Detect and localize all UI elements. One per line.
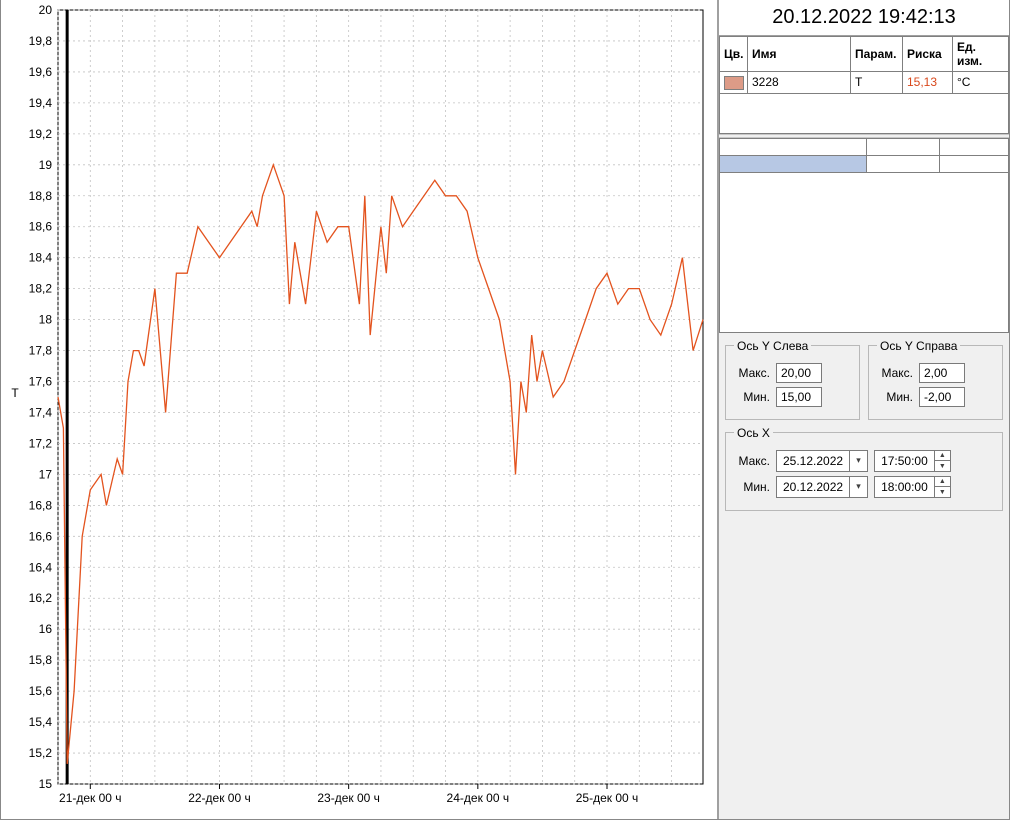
th-unit[interactable]: Ед. изм. — [953, 37, 1009, 72]
svg-text:19,4: 19,4 — [29, 96, 53, 110]
chevron-up-icon[interactable]: ▲ — [935, 451, 950, 462]
svg-text:24-дек 00 ч: 24-дек 00 ч — [447, 791, 510, 805]
axis-x-group: Ось X Макс. 25.12.2022 ▾ 17:50:00 ▲▼ Мин… — [725, 426, 1003, 511]
side-panel: 20.12.2022 19:42:13 Цв. Имя Парам. Риска… — [719, 0, 1009, 819]
combo-x-min-date[interactable]: 20.12.2022 ▾ — [776, 476, 868, 498]
svg-text:16: 16 — [39, 622, 53, 636]
label-x-max: Макс. — [734, 454, 770, 468]
svg-text:17,6: 17,6 — [29, 375, 53, 389]
svg-text:15,6: 15,6 — [29, 684, 53, 698]
chart-panel: 15 15,2 15,4 15,6 15,8 16 16,2 16,4 16,6 16,8 17 17… — [1, 0, 719, 819]
svg-text:17: 17 — [39, 467, 53, 481]
chevron-down-icon[interactable]: ▼ — [935, 461, 950, 471]
svg-text:16,2: 16,2 — [29, 591, 53, 605]
svg-text:19,8: 19,8 — [29, 34, 53, 48]
axis-y-left-group: Ось Y Слева Макс. Мин. — [725, 339, 860, 420]
table-row[interactable]: 3228 T 15,13 °C — [720, 72, 1009, 94]
sensor-table[interactable]: Цв. Имя Парам. Риска Ед. изм. 3228 T 15,… — [719, 36, 1009, 134]
svg-text:15: 15 — [39, 777, 53, 791]
spinner-x-max-time[interactable]: 17:50:00 ▲▼ — [874, 450, 951, 472]
axis-y-right-group: Ось Y Справа Макс. Мин. — [868, 339, 1003, 420]
svg-text:17,4: 17,4 — [29, 405, 53, 419]
th-color[interactable]: Цв. — [720, 37, 748, 72]
svg-text:18,4: 18,4 — [29, 251, 53, 265]
svg-text:16,6: 16,6 — [29, 529, 53, 543]
input-yl-max[interactable] — [776, 363, 822, 383]
chevron-down-icon: ▾ — [849, 477, 867, 497]
svg-text:23-дек 00 ч: 23-дек 00 ч — [317, 791, 380, 805]
svg-text:19,2: 19,2 — [29, 127, 53, 141]
svg-text:22-дек 00 ч: 22-дек 00 ч — [188, 791, 251, 805]
legend-x: Ось X — [734, 426, 773, 440]
legend-y-left: Ось Y Слева — [734, 339, 811, 353]
label-x-min: Мин. — [734, 480, 770, 494]
cell-param: T — [851, 72, 903, 94]
temperature-chart[interactable]: 15 15,2 15,4 15,6 15,8 16 16,2 16,4 16,6 16,8 17 17… — [3, 4, 713, 814]
svg-text:16,8: 16,8 — [29, 498, 53, 512]
label-yl-min: Мин. — [734, 390, 770, 404]
secondary-grid[interactable] — [719, 138, 1009, 333]
svg-text:20: 20 — [39, 4, 53, 17]
chevron-down-icon: ▾ — [849, 451, 867, 471]
spinner-x-min-time[interactable]: 18:00:00 ▲▼ — [874, 476, 951, 498]
input-yr-min[interactable] — [919, 387, 965, 407]
svg-text:19,6: 19,6 — [29, 65, 53, 79]
svg-text:15,4: 15,4 — [29, 715, 53, 729]
svg-text:19: 19 — [39, 158, 53, 172]
input-yl-min[interactable] — [776, 387, 822, 407]
svg-text:18,2: 18,2 — [29, 282, 53, 296]
svg-text:17,2: 17,2 — [29, 436, 53, 450]
th-mark[interactable]: Риска — [903, 37, 953, 72]
cursor-timestamp: 20.12.2022 19:42:13 — [719, 0, 1009, 36]
label-yr-max: Макс. — [877, 366, 913, 380]
cell-name: 3228 — [748, 72, 851, 94]
chevron-down-icon[interactable]: ▼ — [935, 487, 950, 497]
combo-x-max-date[interactable]: 25.12.2022 ▾ — [776, 450, 868, 472]
svg-text:17,8: 17,8 — [29, 344, 53, 358]
cell-unit: °C — [953, 72, 1009, 94]
label-yr-min: Мин. — [877, 390, 913, 404]
input-yr-max[interactable] — [919, 363, 965, 383]
legend-y-right: Ось Y Справа — [877, 339, 960, 353]
th-name[interactable]: Имя — [748, 37, 851, 72]
cell-mark: 15,13 — [903, 72, 953, 94]
color-swatch — [724, 76, 744, 90]
label-yl-max: Макс. — [734, 366, 770, 380]
svg-text:18,6: 18,6 — [29, 220, 53, 234]
svg-text:25-дек 00 ч: 25-дек 00 ч — [576, 791, 639, 805]
svg-text:T: T — [11, 386, 19, 400]
svg-text:15,8: 15,8 — [29, 653, 53, 667]
svg-text:18,8: 18,8 — [29, 189, 53, 203]
svg-text:18: 18 — [39, 313, 53, 327]
th-param[interactable]: Парам. — [851, 37, 903, 72]
svg-text:21-дек 00 ч: 21-дек 00 ч — [59, 791, 122, 805]
svg-text:16,4: 16,4 — [29, 560, 53, 574]
svg-text:15,2: 15,2 — [29, 746, 53, 760]
chevron-up-icon[interactable]: ▲ — [935, 477, 950, 488]
